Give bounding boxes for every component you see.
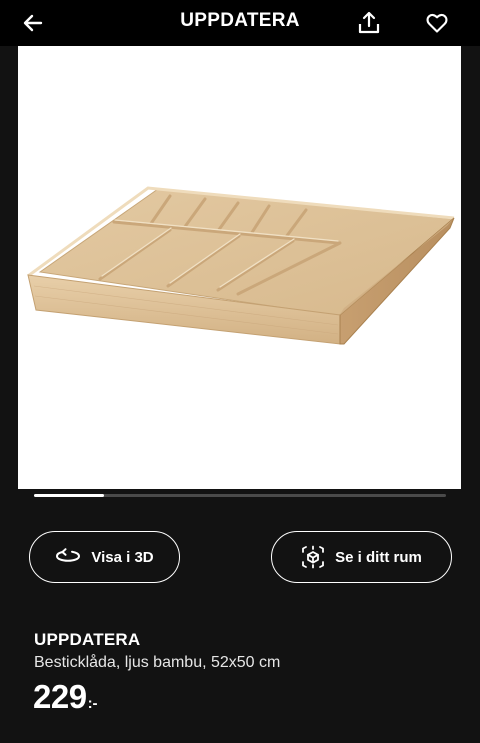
product-price: 229 :- (33, 678, 98, 716)
view-in-3d-label: Visa i 3D (91, 548, 154, 566)
page-title: UPPDATERA (180, 10, 300, 31)
product-page: UPPDATERA Visa i 3D Se i ditt rum UPPDAT… (0, 0, 480, 743)
product-image[interactable] (18, 46, 461, 489)
top-bar: UPPDATERA (0, 0, 480, 46)
image-carousel-indicator[interactable] (34, 494, 446, 497)
product-description: Besticklåda, ljus bambu, 52x50 cm (34, 654, 281, 671)
view-in-room-label: Se i ditt rum (335, 548, 422, 566)
carousel-progress-fill (34, 494, 105, 497)
view-in-room-button[interactable]: Se i ditt rum (271, 531, 452, 583)
share-button[interactable] (352, 6, 386, 40)
view-in-3d-button[interactable]: Visa i 3D (29, 531, 180, 583)
favorite-button[interactable] (420, 6, 454, 40)
heart-outline-icon (426, 13, 448, 33)
share-upload-icon (358, 11, 380, 34)
product-name: UPPDATERA (34, 630, 141, 649)
price-amount: 229 (33, 678, 87, 715)
ar-cube-icon (301, 545, 325, 569)
price-suffix: :- (87, 695, 98, 712)
cutlery-tray-image (27, 186, 455, 345)
rotate-3d-icon (55, 548, 81, 566)
